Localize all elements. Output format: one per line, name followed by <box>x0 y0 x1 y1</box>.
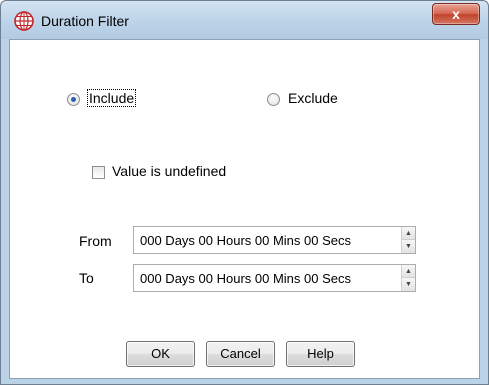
to-duration-value[interactable]: 000 Days 00 Hours 00 Mins 00 Secs <box>140 271 351 286</box>
separator-top <box>53 123 460 124</box>
from-increment-button[interactable]: ▲ <box>402 227 415 240</box>
from-spin-buttons: ▲ ▼ <box>401 227 415 253</box>
dialog-body: Include Exclude Value is undefined From … <box>9 39 480 379</box>
to-spin-buttons: ▲ ▼ <box>401 265 415 291</box>
value-undefined-label[interactable]: Value is undefined <box>112 163 226 179</box>
to-duration-spinner[interactable]: 000 Days 00 Hours 00 Mins 00 Secs ▲ ▼ <box>133 264 416 292</box>
title-bar[interactable]: Duration Filter x <box>1 1 488 39</box>
separator-middle <box>79 196 439 197</box>
to-increment-button[interactable]: ▲ <box>402 265 415 278</box>
exclude-radio[interactable] <box>267 93 280 106</box>
from-duration-spinner[interactable]: 000 Days 00 Hours 00 Mins 00 Secs ▲ ▼ <box>133 226 416 254</box>
to-decrement-button[interactable]: ▼ <box>402 278 415 291</box>
close-icon: x <box>452 6 460 22</box>
duration-filter-dialog: Duration Filter x Include Exclude Value … <box>0 0 489 385</box>
network-globe-icon <box>14 11 34 31</box>
help-button[interactable]: Help <box>286 341 355 367</box>
exclude-label[interactable]: Exclude <box>288 90 338 106</box>
ok-button[interactable]: OK <box>126 341 195 367</box>
to-label: To <box>79 270 94 286</box>
window-title: Duration Filter <box>41 13 129 29</box>
value-undefined-checkbox[interactable] <box>92 166 105 179</box>
include-radio[interactable] <box>67 93 80 106</box>
from-label: From <box>79 233 112 249</box>
include-label[interactable]: Include <box>87 89 137 107</box>
from-decrement-button[interactable]: ▼ <box>402 240 415 253</box>
cancel-button[interactable]: Cancel <box>206 341 275 367</box>
close-button[interactable]: x <box>432 3 480 25</box>
from-duration-value[interactable]: 000 Days 00 Hours 00 Mins 00 Secs <box>140 233 351 248</box>
